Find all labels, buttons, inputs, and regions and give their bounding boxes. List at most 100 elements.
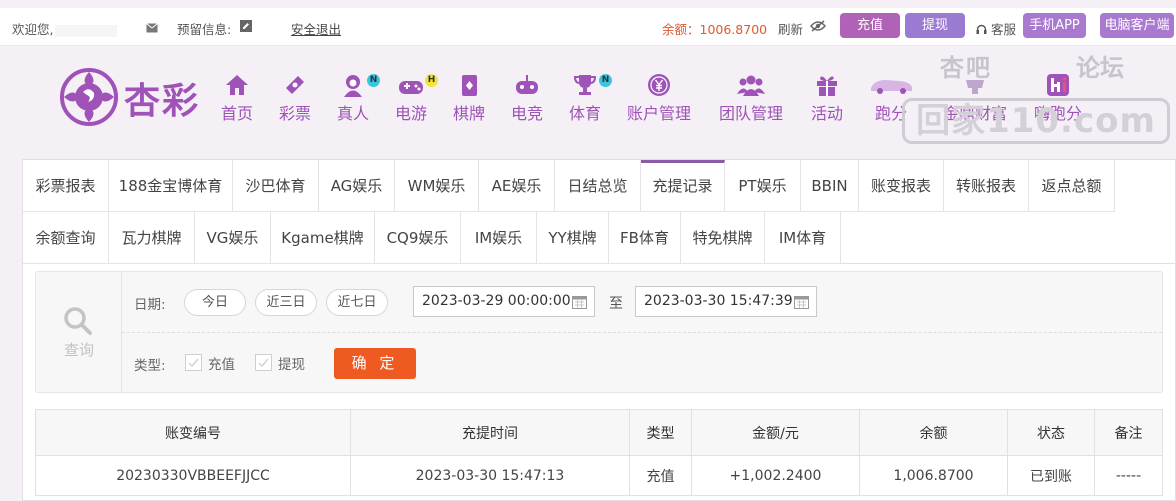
nav-chess[interactable]: 棋牌 — [448, 72, 490, 123]
tab-yy-chess[interactable]: YY棋牌 — [537, 212, 609, 264]
nav-home[interactable]: 首页 — [216, 72, 258, 123]
tab-lottery-report[interactable]: 彩票报表 — [23, 160, 109, 212]
calendar-icon — [572, 296, 587, 309]
site-logo[interactable]: 杏彩 — [58, 66, 218, 126]
recharge-checkbox-label: 充值 — [208, 357, 235, 373]
withdraw-checkbox-label: 提现 — [278, 357, 305, 373]
end-date-input[interactable]: 2023-03-30 15:47:39 — [635, 286, 817, 317]
report-tabs: 彩票报表 188金宝博体育 沙巴体育 AG娱乐 WM娱乐 AE娱乐 日结总览 充… — [23, 160, 1176, 264]
table-header-row: 账变编号 充提时间 类型 金额/元 余额 状态 备注 — [35, 409, 1163, 456]
mail-icon[interactable] — [146, 21, 158, 36]
confirm-button[interactable]: 确 定 — [334, 348, 416, 379]
tab-kgame-chess[interactable]: Kgame棋牌 — [271, 212, 375, 264]
tab-account-change-report[interactable]: 账变报表 — [859, 160, 944, 212]
recharge-checkbox[interactable] — [185, 354, 202, 371]
trophy-icon: N — [564, 72, 612, 100]
forum-watermark: 杏吧 论坛 回家110.com — [900, 46, 1172, 148]
account-yen-icon — [624, 72, 694, 100]
cell-transaction-id: 20230330VBBEEFJJCC — [35, 455, 351, 496]
col-type: 类型 — [629, 409, 692, 456]
nav-lottery[interactable]: 彩票 — [274, 72, 316, 123]
col-time: 充提时间 — [350, 409, 630, 456]
tab-wm[interactable]: WM娱乐 — [395, 160, 479, 212]
query-label: 查询 — [63, 341, 94, 359]
type-label: 类型: — [134, 358, 166, 374]
nav-account-management[interactable]: 账户管理 — [624, 72, 694, 123]
new-badge: N — [367, 74, 380, 87]
tab-188-sports[interactable]: 188金宝博体育 — [109, 160, 233, 212]
tab-saba-sports[interactable]: 沙巴体育 — [233, 160, 319, 212]
nav-activities[interactable]: 活动 — [806, 72, 848, 123]
nav-slots[interactable]: H 电游 — [390, 72, 438, 123]
last-three-days-button[interactable]: 近三日 — [255, 289, 317, 316]
welcome-text: 欢迎您, — [12, 19, 118, 38]
nav-esports[interactable]: 电竞 — [506, 72, 548, 123]
logo-emblem-icon — [60, 68, 118, 126]
cell-type: 充值 — [629, 455, 692, 496]
start-date-input[interactable]: 2023-03-29 00:00:00 — [413, 286, 595, 317]
col-transaction-id: 账变编号 — [35, 409, 351, 456]
home-icon — [216, 72, 258, 100]
last-seven-days-button[interactable]: 近七日 — [326, 289, 388, 316]
lottery-ticket-icon — [274, 72, 316, 100]
refresh-button[interactable]: 刷新 — [778, 19, 803, 38]
tab-im[interactable]: IM娱乐 — [461, 212, 537, 264]
tab-wali-chess[interactable]: 瓦力棋牌 — [109, 212, 195, 264]
customer-service-link[interactable]: 客服 — [976, 19, 1016, 38]
gift-icon — [806, 72, 848, 100]
calendar-icon — [794, 296, 809, 309]
tab-balance-query[interactable]: 余额查询 — [23, 212, 109, 264]
tab-pt[interactable]: PT娱乐 — [725, 160, 801, 212]
tab-rebate-total[interactable]: 返点总额 — [1029, 160, 1115, 212]
check-icon — [188, 358, 199, 368]
tab-temian-chess[interactable]: 特免棋牌 — [681, 212, 765, 264]
tab-ag[interactable]: AG娱乐 — [319, 160, 395, 212]
esports-controller-icon — [506, 72, 548, 100]
top-bar: 欢迎您, 预留信息: 安全退出 余额：1006.8700 刷新 充值 提现 客服… — [0, 8, 1176, 46]
cell-remark: ----- — [1094, 455, 1163, 496]
pc-client-button[interactable]: 电脑客户端 — [1100, 13, 1174, 38]
tab-vg[interactable]: VG娱乐 — [195, 212, 271, 264]
cell-time: 2023-03-30 15:47:13 — [350, 455, 630, 496]
logout-link[interactable]: 安全退出 — [291, 19, 341, 38]
cell-balance: 1,006.8700 — [859, 455, 1008, 496]
live-dealer-icon: N — [332, 72, 380, 100]
query-filter: 查询 日期: 今日 近三日 近七日 2023-03-29 00:00:00 至 … — [35, 271, 1163, 393]
report-panel: 彩票报表 188金宝博体育 沙巴体育 AG娱乐 WM娱乐 AE娱乐 日结总览 充… — [22, 159, 1176, 501]
table-row: 20230330VBBEEFJJCC 2023-03-30 15:47:13 充… — [35, 455, 1163, 496]
tab-daily-overview[interactable]: 日结总览 — [555, 160, 641, 212]
recharge-button[interactable]: 充值 — [840, 13, 900, 38]
tab-im-sports[interactable]: IM体育 — [765, 212, 841, 264]
tab-deposit-withdraw-records[interactable]: 充提记录 — [641, 160, 725, 212]
query-sidebar: 查询 — [36, 272, 122, 392]
nav-sports[interactable]: N 体育 — [564, 72, 612, 123]
cards-icon — [448, 72, 490, 100]
cell-status: 已到账 — [1007, 455, 1095, 496]
tab-cq9[interactable]: CQ9娱乐 — [375, 212, 461, 264]
records-table: 账变编号 充提时间 类型 金额/元 余额 状态 备注 20230330VBBEE… — [35, 409, 1163, 496]
hot-badge: H — [425, 74, 438, 87]
tab-bbin[interactable]: BBIN — [801, 160, 859, 212]
nav-team-management[interactable]: 团队管理 — [716, 72, 786, 123]
edit-icon[interactable] — [240, 20, 252, 35]
tab-fb-sports[interactable]: FB体育 — [609, 212, 681, 264]
withdraw-button[interactable]: 提现 — [905, 13, 965, 38]
tab-transfer-report[interactable]: 转账报表 — [944, 160, 1029, 212]
mobile-app-button[interactable]: 手机APP — [1023, 13, 1086, 38]
balance-text: 余额：1006.8700 — [662, 22, 768, 37]
nav-live[interactable]: N 真人 — [332, 72, 380, 123]
reserved-info-label: 预留信息: — [177, 22, 232, 37]
col-status: 状态 — [1007, 409, 1095, 456]
gamepad-icon: H — [390, 72, 438, 100]
team-icon — [716, 72, 786, 100]
col-balance: 余额 — [859, 409, 1008, 456]
today-button[interactable]: 今日 — [184, 289, 246, 316]
headset-icon — [976, 24, 987, 34]
logo-text: 杏彩 — [124, 80, 201, 122]
col-amount: 金额/元 — [691, 409, 860, 456]
hide-balance-eye-icon[interactable] — [810, 20, 826, 35]
search-icon — [64, 307, 92, 335]
tab-ae[interactable]: AE娱乐 — [479, 160, 555, 212]
date-range-separator: 至 — [609, 296, 623, 312]
withdraw-checkbox[interactable] — [255, 354, 272, 371]
